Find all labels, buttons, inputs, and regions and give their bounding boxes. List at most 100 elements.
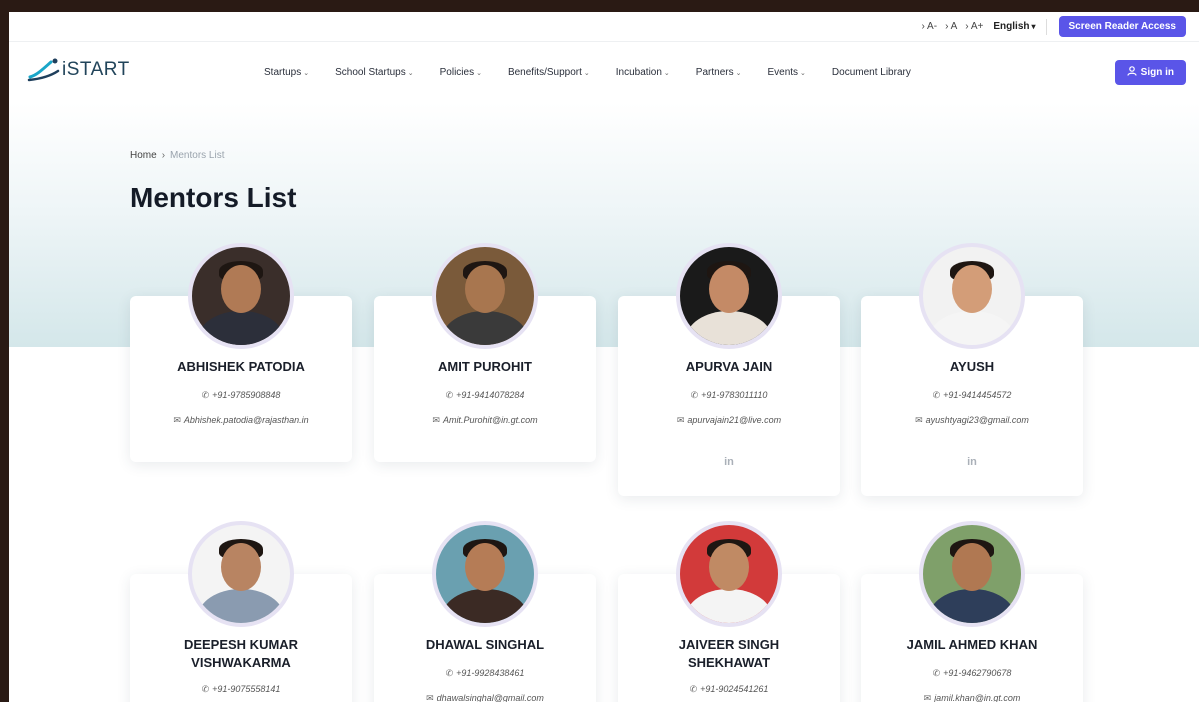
mentor-email[interactable]: ✉ ayushtyagi23@gmail.com	[861, 415, 1083, 426]
language-label: English	[993, 21, 1030, 32]
breadcrumb-current: Mentors List	[170, 150, 225, 161]
divider	[1045, 18, 1047, 35]
mentor-name: AYUSH	[949, 359, 995, 374]
language-select[interactable]: English ▾	[993, 21, 1035, 32]
nav-item-label: Benefits/Support	[507, 66, 582, 78]
nav-item-partners[interactable]: Partners ⌄	[696, 67, 742, 78]
mentor-email-text: Amit.Purohit@in.gt.com	[442, 415, 538, 425]
chevron-down-icon: ⌄	[303, 69, 310, 77]
utility-bar: › A- › A › A+ English ▾ Screen Reader Acc…	[9, 12, 1199, 42]
mentor-phone-text: +91-9928438461	[456, 668, 525, 678]
mentor-phone-text: +91-9024541261	[700, 684, 769, 694]
chevron-down-icon: ⌄	[407, 69, 414, 77]
sign-in-label: Sign in	[1140, 67, 1174, 78]
nav-item-label: Startups	[264, 66, 302, 78]
mentor-avatar	[919, 521, 1025, 627]
nav-item-label: Policies	[439, 66, 475, 78]
mentor-phone-text: +91-9414454572	[943, 390, 1012, 400]
mentor-email-text: ayushtyagi23@gmail.com	[925, 415, 1029, 425]
mentor-phone-text: +91-9783011110	[701, 390, 768, 400]
breadcrumb: Home › Mentors List	[130, 150, 225, 161]
phone-icon: ✆	[445, 668, 454, 678]
nav-item-benefits-support[interactable]: Benefits/Support ⌄	[508, 67, 590, 78]
mentor-name: APURVA JAIN	[685, 359, 773, 374]
mentor-phone[interactable]: ✆ +91-9783011110	[618, 390, 840, 401]
mentor-avatar	[432, 243, 538, 349]
page-title: Mentors List	[130, 182, 297, 213]
mentor-phone[interactable]: ✆ +91-9928438461	[374, 668, 596, 679]
mentor-phone[interactable]: ✆ +91-9462790678	[861, 668, 1083, 679]
mail-icon: ✉	[676, 415, 685, 425]
chevron-down-icon: ⌄	[735, 69, 742, 77]
nav-item-label: School Startups	[335, 66, 406, 78]
mentor-avatar	[188, 521, 294, 627]
font-normal-button[interactable]: › A	[945, 21, 957, 32]
mentor-email-text: apurvajain21@live.com	[687, 415, 782, 425]
mentor-email[interactable]: ✉ dhawalsinghal@gmail.com	[374, 693, 596, 702]
sign-in-button[interactable]: Sign in	[1114, 60, 1186, 85]
mentor-name: JAMIL AHMED KHAN	[906, 637, 1038, 652]
phone-icon: ✆	[690, 390, 699, 400]
mentor-phone[interactable]: ✆ +91-9414454572	[861, 390, 1083, 401]
mentor-phone-text: +91-9462790678	[943, 668, 1012, 678]
mentor-avatar	[676, 243, 782, 349]
mail-icon: ✉	[432, 415, 440, 425]
phone-icon: ✆	[445, 390, 454, 400]
mentor-avatar	[188, 243, 294, 349]
mentor-phone[interactable]: ✆ +91-9024541261	[618, 684, 840, 695]
mentor-phone-text: +91-9785908848	[212, 390, 281, 400]
mentor-phone-text: +91-9075558141	[212, 684, 281, 694]
nav-item-label: Partners	[695, 66, 734, 78]
phone-icon: ✆	[689, 684, 698, 694]
linkedin-icon[interactable]: in	[618, 456, 840, 468]
mentor-phone[interactable]: ✆ +91-9414078284	[374, 390, 596, 401]
istart-logo[interactable]: iSTART	[27, 57, 130, 83]
mentor-phone[interactable]: ✆ +91-9785908848	[130, 390, 352, 401]
chevron-down-icon: ⌄	[800, 69, 806, 77]
mentor-avatar	[676, 521, 782, 627]
nav-item-document-library[interactable]: Document Library	[832, 67, 911, 78]
nav-item-startups[interactable]: Startups ⌄	[264, 67, 309, 78]
primary-menu: Startups ⌄ School Startups ⌄ Policies ⌄ Benefi…	[264, 42, 937, 102]
nav-item-label: Incubation	[615, 66, 662, 78]
logo-text: iSTART	[62, 59, 130, 80]
mentor-name: AMIT PUROHIT	[438, 359, 532, 374]
nav-item-events[interactable]: Events ⌄	[767, 67, 805, 78]
chevron-down-icon: ⌄	[663, 69, 670, 77]
font-decrease-button[interactable]: › A-	[922, 21, 938, 32]
chevron-down-icon: ⌄	[476, 69, 482, 77]
screen-reader-access-button[interactable]: Screen Reader Access	[1058, 16, 1186, 37]
mentor-email-text: jamil.khan@in.gt.com	[934, 693, 1021, 702]
mail-icon: ✉	[915, 415, 923, 425]
mail-icon: ✉	[426, 693, 434, 702]
mentor-avatar	[919, 243, 1025, 349]
main-navbar: iSTART Startups ⌄ School Startups ⌄ Policies…	[9, 42, 1199, 102]
font-increase-button[interactable]: › A+	[965, 21, 983, 32]
istart-logo-mark-icon	[27, 58, 60, 82]
nav-item-school-startups[interactable]: School Startups ⌄	[335, 67, 413, 78]
phone-icon: ✆	[201, 390, 210, 400]
mentor-email[interactable]: ✉ Amit.Purohit@in.gt.com	[374, 415, 596, 426]
mentor-email[interactable]: ✉ Abhishek.patodia@rajasthan.in	[130, 415, 352, 426]
mentor-email-text: dhawalsinghal@gmail.com	[436, 693, 544, 702]
mentor-name: DHAWAL SINGHAL	[425, 637, 545, 652]
mentor-email[interactable]: ✉ jamil.khan@in.gt.com	[861, 693, 1083, 702]
mentor-name: ABHISHEK PATODIA	[177, 359, 305, 374]
linkedin-icon[interactable]: in	[861, 456, 1083, 468]
nav-item-policies[interactable]: Policies ⌄	[440, 67, 482, 78]
phone-icon: ✆	[201, 684, 210, 694]
mentor-name: JAIVEER SINGH SHEKHAWAT	[678, 637, 780, 670]
mentor-avatar	[432, 521, 538, 627]
phone-icon: ✆	[932, 390, 941, 400]
nav-item-incubation[interactable]: Incubation ⌄	[616, 67, 670, 78]
mentor-phone[interactable]: ✆ +91-9075558141	[130, 684, 352, 695]
phone-icon: ✆	[932, 668, 941, 678]
mail-icon: ✉	[923, 693, 932, 702]
nav-item-label: Document Library	[831, 66, 911, 78]
mentor-email-text: Abhishek.patodia@rajasthan.in	[183, 415, 309, 425]
user-icon	[1127, 66, 1137, 79]
breadcrumb-home[interactable]: Home	[130, 150, 157, 161]
nav-item-label: Events	[767, 66, 799, 78]
mentor-email[interactable]: ✉ apurvajain21@live.com	[618, 415, 840, 426]
breadcrumb-separator-icon: ›	[161, 150, 166, 161]
